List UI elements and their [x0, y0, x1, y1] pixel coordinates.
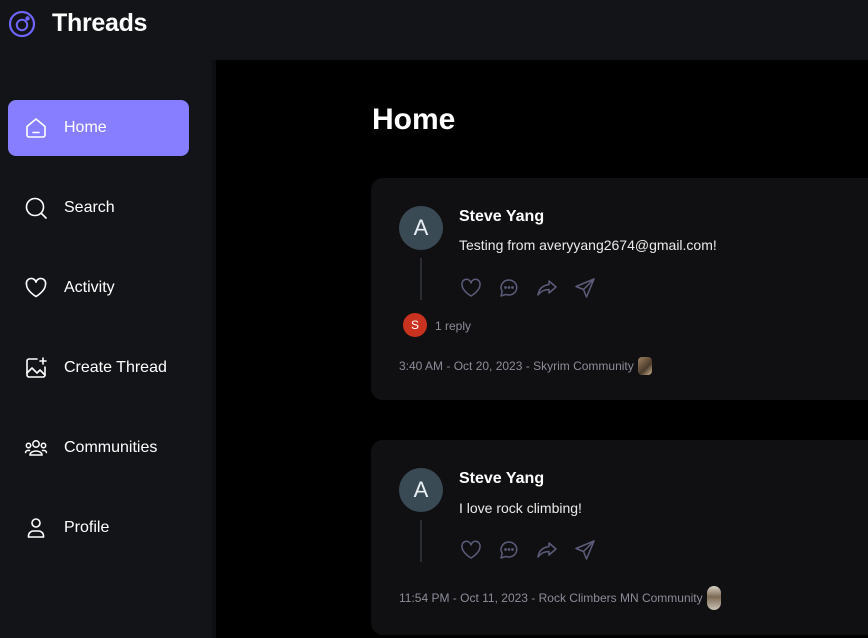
sidebar-item-search[interactable]: Search: [8, 180, 189, 236]
thread-meta: 11:54 PM - Oct 11, 2023 - Rock Climbers …: [399, 586, 721, 610]
community-image[interactable]: [706, 586, 721, 610]
reply-button[interactable]: [497, 276, 521, 300]
page-title: Home: [372, 103, 456, 136]
sidebar-item-activity[interactable]: Activity: [8, 260, 189, 316]
sidebar-item-create-thread[interactable]: Create Thread: [8, 340, 189, 396]
thread-author[interactable]: Steve Yang: [459, 470, 544, 488]
comment-icon: [500, 279, 518, 297]
repost-button[interactable]: [535, 276, 559, 300]
avatar[interactable]: A: [399, 206, 443, 250]
thread-text: I love rock climbing!: [459, 500, 582, 516]
sidebar-item-label: Profile: [64, 519, 110, 536]
thread-card[interactable]: A Steve Yang I love rock climbing! 11:54…: [371, 440, 868, 635]
sidebar-item-label: Activity: [64, 279, 115, 296]
reply-button[interactable]: [497, 538, 521, 562]
avatar[interactable]: A: [399, 468, 443, 512]
sidebar-item-profile[interactable]: Profile: [8, 500, 189, 556]
threads-logo-icon[interactable]: [8, 10, 36, 38]
sidebar-item-home[interactable]: Home: [8, 100, 189, 156]
share-button[interactable]: [573, 538, 597, 562]
thread-line: [420, 520, 422, 562]
heart-icon: [461, 540, 481, 559]
send-icon: [575, 278, 595, 298]
thread-card[interactable]: A Steve Yang Testing from averyyang2674@…: [371, 178, 868, 400]
thread-actions: [459, 276, 597, 300]
communities-icon: [24, 440, 48, 456]
home-icon: [26, 118, 46, 138]
top-bar: Threads: [0, 0, 868, 60]
sidebar-item-label: Search: [64, 199, 115, 216]
like-button[interactable]: [459, 538, 483, 562]
thread-meta-text[interactable]: 3:40 AM - Oct 20, 2023 - Skyrim Communit…: [399, 359, 634, 373]
reply-count-link[interactable]: 1 reply: [435, 319, 471, 333]
like-button[interactable]: [459, 276, 483, 300]
community-image[interactable]: [637, 357, 652, 375]
thread-author[interactable]: Steve Yang: [459, 208, 544, 226]
app-title[interactable]: Threads: [52, 9, 147, 38]
thread-meta: 3:40 AM - Oct 20, 2023 - Skyrim Communit…: [399, 357, 652, 375]
sidebar-item-communities[interactable]: Communities: [8, 420, 189, 476]
repost-icon: [537, 280, 557, 296]
thread-line: [420, 258, 422, 300]
send-icon: [575, 540, 595, 560]
heart-icon: [461, 278, 481, 297]
repost-icon: [537, 542, 557, 558]
create-thread-icon: [26, 357, 47, 378]
reply-avatar[interactable]: S: [403, 313, 427, 337]
sidebar-item-label: Home: [64, 119, 107, 136]
thread-meta-text[interactable]: 11:54 PM - Oct 11, 2023 - Rock Climbers …: [399, 591, 703, 605]
thread-actions: [459, 538, 597, 562]
comment-icon: [500, 541, 518, 559]
share-button[interactable]: [573, 276, 597, 300]
profile-icon: [27, 518, 45, 538]
sidebar-item-label: Communities: [64, 439, 158, 456]
heart-icon: [25, 277, 47, 298]
sidebar-item-label: Create Thread: [64, 359, 167, 376]
repost-button[interactable]: [535, 538, 559, 562]
thread-text: Testing from averyyang2674@gmail.com!: [459, 237, 717, 253]
search-icon: [25, 197, 47, 219]
